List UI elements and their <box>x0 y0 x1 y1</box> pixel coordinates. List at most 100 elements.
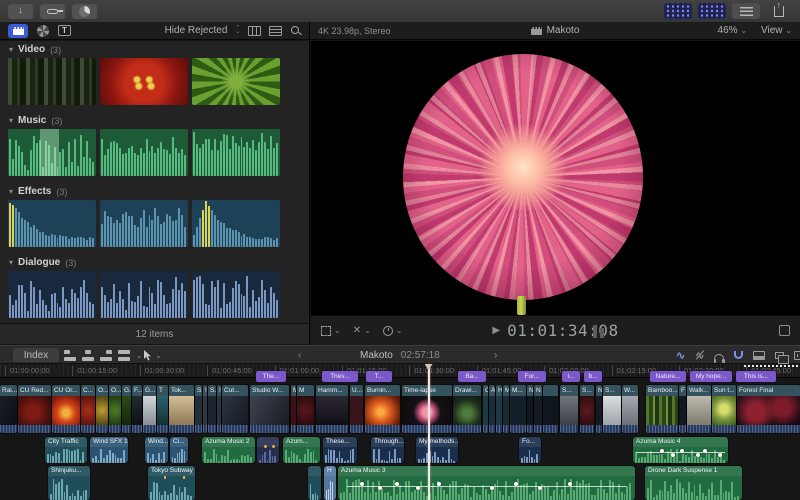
timeline-audio-clip[interactable] <box>308 466 321 500</box>
timeline-video-clip[interactable]: S... <box>208 385 216 433</box>
download-button[interactable]: ↓ <box>8 4 33 19</box>
timeline-video-clip[interactable]: CU Red... <box>18 385 51 433</box>
license-button[interactable] <box>40 4 65 19</box>
select-tool-icon[interactable] <box>143 350 152 361</box>
filmstrip-view-icon[interactable] <box>248 26 261 36</box>
browser-clip-thumbnail[interactable] <box>192 271 280 318</box>
titles-generators-button[interactable]: T <box>58 25 71 36</box>
timeline-video-clip[interactable]: Cut... <box>222 385 248 433</box>
timeline-video-clip[interactable]: N <box>596 385 602 433</box>
timeline-video-clip[interactable]: T <box>157 385 168 433</box>
timeline-video-clip[interactable]: G... <box>143 385 156 433</box>
title-clip[interactable]: Nature... <box>650 371 686 382</box>
timeline-audio-clip[interactable]: My methods... <box>416 437 458 463</box>
audio-meters-icon[interactable] <box>593 324 604 338</box>
browser-section-header[interactable]: ▾Effects(3) <box>0 185 309 198</box>
timeline-video-clip[interactable]: H <box>496 385 502 433</box>
search-icon[interactable] <box>290 25 301 36</box>
overwrite-edit-icon[interactable] <box>118 350 130 361</box>
timeline-back-arrow[interactable]: ‹ <box>298 346 301 364</box>
timeline-audio-clip[interactable]: Azuma Music 3 <box>338 466 635 500</box>
browser-clip-thumbnail[interactable] <box>100 200 188 247</box>
title-clip[interactable]: I... <box>562 371 580 382</box>
timeline-audio-clip[interactable] <box>257 437 279 463</box>
timeline-audio-clip[interactable]: Ci... <box>170 437 188 463</box>
timeline-audio-clip[interactable]: Drone Dark Suspense 1 <box>645 466 742 500</box>
timeline-video-clip[interactable]: Drawi... <box>453 385 481 433</box>
timeline-video-clip[interactable]: N <box>534 385 542 433</box>
timeline-video-clip[interactable]: F... <box>132 385 142 433</box>
title-clip[interactable]: Thes... <box>322 371 358 382</box>
timeline-audio-clip[interactable]: Azuma Music 4 <box>633 437 728 463</box>
browser-clip-thumbnail[interactable] <box>8 129 96 176</box>
timeline-video-clip[interactable]: ! <box>217 385 221 433</box>
title-clip[interactable]: My hope... <box>690 371 732 382</box>
disclosure-triangle-icon[interactable]: ▾ <box>9 45 13 54</box>
browser-section-header[interactable]: ▾Video(3) <box>0 43 309 56</box>
timeline-layout-toggle[interactable] <box>698 3 726 19</box>
browser-layout-toggle[interactable] <box>664 3 692 19</box>
effects-browser-button[interactable] <box>37 25 49 37</box>
browser-clip-thumbnail[interactable] <box>8 271 96 318</box>
title-clip[interactable]: This is... <box>736 371 776 382</box>
timeline-audio-clip[interactable]: Azuma Music 2 <box>202 437 255 463</box>
clip-appearance-icon[interactable] <box>753 351 765 360</box>
timeline-video-clip[interactable]: N <box>527 385 533 433</box>
inspector-toggle[interactable] <box>732 3 760 19</box>
title-clip[interactable]: The... <box>256 371 286 382</box>
skimming-toggle-icon[interactable]: ∿ <box>676 349 685 362</box>
timeline-video-clip[interactable]: M <box>291 385 296 433</box>
timeline-audio-clip[interactable]: City Traffic <box>45 437 87 463</box>
playhead[interactable] <box>428 364 430 500</box>
disclosure-triangle-icon[interactable]: ▾ <box>9 187 13 196</box>
timeline-forward-arrow[interactable]: › <box>494 346 497 364</box>
timeline-video-clip[interactable]: Tok... <box>169 385 194 433</box>
browser-clip-thumbnail[interactable] <box>100 271 188 318</box>
timeline-audio-clip[interactable]: Through... <box>371 437 404 463</box>
timeline-maximize-icon[interactable] <box>794 351 800 360</box>
timeline-video-clip[interactable]: W... <box>622 385 638 433</box>
play-icon[interactable]: ▶ <box>492 325 500 336</box>
browser-clip-thumbnail[interactable] <box>192 58 280 105</box>
timeline-video-clip[interactable]: CU Or... <box>52 385 80 433</box>
keyframe-dot[interactable] <box>568 482 572 486</box>
timeline-video-clip[interactable]: Time-lapse <box>402 385 452 433</box>
browser-clip-thumbnail[interactable] <box>192 129 280 176</box>
timeline-video-clip[interactable]: S... <box>580 385 594 433</box>
timeline-video-clip[interactable]: M <box>297 385 314 433</box>
list-view-icon[interactable] <box>269 26 282 36</box>
filter-stepper-icon[interactable]: ⌃⌄ <box>235 27 240 33</box>
browser-clip-thumbnail[interactable] <box>192 200 280 247</box>
timeline-video-clip[interactable]: M <box>503 385 509 433</box>
filter-label[interactable]: Hide Rejected <box>165 25 228 36</box>
timeline-video-clip[interactable]: G... <box>122 385 131 433</box>
timeline-video-clip[interactable]: Walk... <box>687 385 711 433</box>
audio-skimming-toggle-icon[interactable]: ∿̸ <box>695 349 704 362</box>
timeline-video-clip[interactable]: ! <box>203 385 207 433</box>
timeline-audio-clip[interactable]: Wind SFX 1 <box>90 437 128 463</box>
background-tasks-button[interactable] <box>72 4 97 19</box>
title-clip[interactable]: b... <box>584 371 602 382</box>
browser-clip-thumbnail[interactable] <box>100 129 188 176</box>
timeline-video-clip[interactable]: A <box>489 385 495 433</box>
timeline-video-clip[interactable]: Rai... <box>0 385 17 433</box>
browser-section-header[interactable]: ▾Dialogue(3) <box>0 256 309 269</box>
timeline-video-clip[interactable]: U... <box>350 385 363 433</box>
timeline-audio-clip[interactable]: H <box>324 466 336 500</box>
timeline-video-clip[interactable]: Forest Final <box>737 385 800 433</box>
connect-edit-icon[interactable] <box>64 350 76 361</box>
timeline-video-clip[interactable]: Studio W... <box>250 385 289 433</box>
disclosure-triangle-icon[interactable]: ▾ <box>9 116 13 125</box>
edit-dropdown-chevron[interactable]: ⌄ <box>136 351 143 360</box>
duplicate-window-icon[interactable] <box>775 352 784 359</box>
timeline-audio-clip[interactable]: Wind... <box>145 437 168 463</box>
timeline-audio-clip[interactable]: Tokyo Subway <box>148 466 195 500</box>
timeline-video-clip[interactable] <box>543 385 558 433</box>
title-clip[interactable]: For... <box>518 371 546 382</box>
timeline-video-clip[interactable]: S... <box>603 385 621 433</box>
timeline-video-clip[interactable]: Bamboo... <box>646 385 678 433</box>
disclosure-triangle-icon[interactable]: ▾ <box>9 258 13 267</box>
timeline-video-clip[interactable]: S... <box>560 385 578 433</box>
title-clip[interactable]: T... <box>366 371 392 382</box>
timeline-video-clip[interactable]: Burnin... <box>365 385 400 433</box>
